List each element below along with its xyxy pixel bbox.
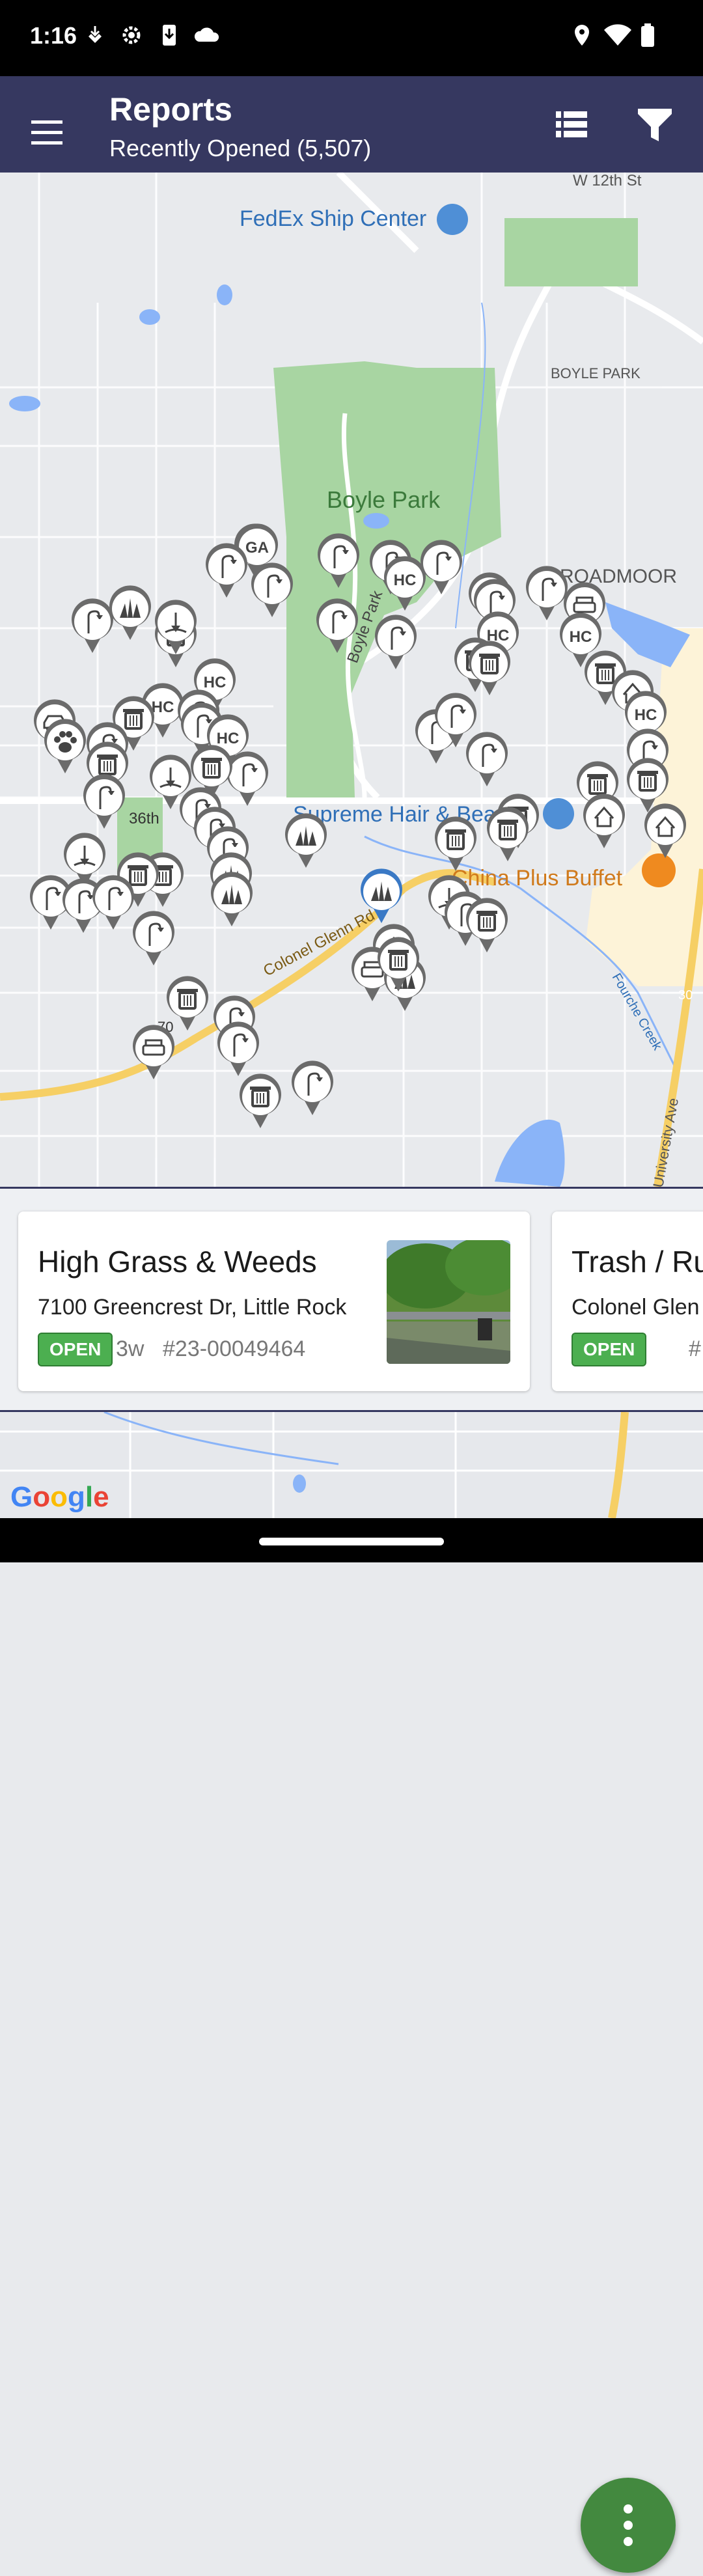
svg-text:HC: HC xyxy=(152,699,174,716)
menu-icon[interactable] xyxy=(26,111,68,153)
light-report-marker[interactable] xyxy=(72,598,113,653)
status-badge: OPEN xyxy=(572,1333,647,1366)
light-report-marker[interactable] xyxy=(466,732,508,786)
report-number: #23-00049464 xyxy=(163,1336,306,1361)
grass-report-marker[interactable] xyxy=(109,585,151,640)
download-shield-icon xyxy=(89,26,102,43)
light-report-marker[interactable] xyxy=(526,566,568,620)
map-label-36th: 36th xyxy=(129,810,159,827)
trash-report-marker[interactable] xyxy=(240,1073,281,1128)
map-bottom-strip[interactable]: Google xyxy=(0,1412,703,1518)
battery-icon xyxy=(641,23,654,47)
report-address: Colonel Glen xyxy=(572,1295,700,1320)
report-title: High Grass & Weeds xyxy=(38,1245,317,1279)
shopping-bag-icon xyxy=(543,798,574,829)
map-label-boyle-park[interactable]: Boyle Park xyxy=(327,486,441,513)
report-address: 7100 Greencrest Dr, Little Rock xyxy=(38,1295,347,1320)
house-report-marker[interactable] xyxy=(583,794,625,848)
home-gesture-handle[interactable] xyxy=(259,1538,444,1545)
route-30-shield: 30 xyxy=(678,988,693,1003)
wifi-icon xyxy=(604,24,631,46)
map-label-w12th: W 12th St xyxy=(573,173,642,189)
google-logo: Google xyxy=(10,1481,109,1513)
trash-report-marker[interactable] xyxy=(487,807,529,861)
svg-text:HC: HC xyxy=(217,730,240,747)
trash-report-marker[interactable] xyxy=(435,816,476,871)
map-view[interactable]: W 12th St FedEx Ship Center BOYLE PARK B… xyxy=(0,173,703,1187)
location-icon xyxy=(575,25,589,46)
report-card[interactable]: Trash / Ru Colonel Glen OPEN # xyxy=(552,1212,703,1391)
status-bar: 1:16 xyxy=(0,0,703,76)
map-label-fedex[interactable]: FedEx Ship Center xyxy=(240,206,426,231)
app-bar: Reports Recently Opened (5,507) xyxy=(0,76,703,173)
restaurant-icon xyxy=(642,853,676,887)
svg-text:HC: HC xyxy=(570,628,592,646)
map-label-china-plus[interactable]: China Plus Buffet xyxy=(452,866,623,891)
report-number: # xyxy=(689,1336,701,1361)
shopping-bag-icon xyxy=(437,204,468,235)
light-report-marker[interactable] xyxy=(206,543,247,598)
light-report-marker[interactable] xyxy=(133,911,174,965)
svg-text:HC: HC xyxy=(394,572,417,589)
page-title: Reports xyxy=(109,91,232,128)
trash-report-marker[interactable] xyxy=(466,898,508,952)
report-card-carousel[interactable]: High Grass & Weeds 7100 Greencrest Dr, L… xyxy=(0,1187,703,2573)
map-label-university-ave: University Ave xyxy=(650,1097,682,1187)
status-badge: OPEN xyxy=(38,1333,113,1366)
filter-icon[interactable] xyxy=(634,104,676,145)
paw-report-marker[interactable] xyxy=(44,719,86,773)
svg-text:HC: HC xyxy=(204,674,227,691)
status-time: 1:16 xyxy=(30,22,77,49)
light-report-marker[interactable] xyxy=(375,615,417,669)
svg-text:HC: HC xyxy=(635,706,657,724)
svg-text:GA: GA xyxy=(245,539,269,557)
more-actions-button[interactable] xyxy=(581,2478,676,2573)
system-nav-bar xyxy=(0,1518,703,1562)
page-subtitle: Recently Opened (5,507) xyxy=(109,135,372,161)
light-report-marker[interactable] xyxy=(292,1060,333,1115)
report-photo[interactable] xyxy=(387,1240,510,1364)
report-age: 3w xyxy=(116,1336,145,1361)
report-title: Trash / Ru xyxy=(572,1245,703,1279)
report-photo-image xyxy=(387,1240,510,1364)
map-canvas[interactable]: W 12th St FedEx Ship Center BOYLE PARK B… xyxy=(0,173,703,1187)
cloud-icon xyxy=(194,27,219,42)
grass-report-marker[interactable] xyxy=(211,872,253,926)
settings-icon xyxy=(122,26,141,44)
list-view-icon[interactable] xyxy=(551,104,592,145)
report-card[interactable]: High Grass & Weeds 7100 Greencrest Dr, L… xyxy=(18,1212,530,1391)
sim-download-icon xyxy=(163,25,176,46)
grass-report-marker[interactable] xyxy=(285,813,327,868)
light-report-marker[interactable] xyxy=(217,1021,259,1076)
map-label-boyle-park-area: BOYLE PARK xyxy=(551,365,641,381)
light-report-marker[interactable] xyxy=(92,875,134,930)
more-vert-icon xyxy=(624,2504,633,2546)
